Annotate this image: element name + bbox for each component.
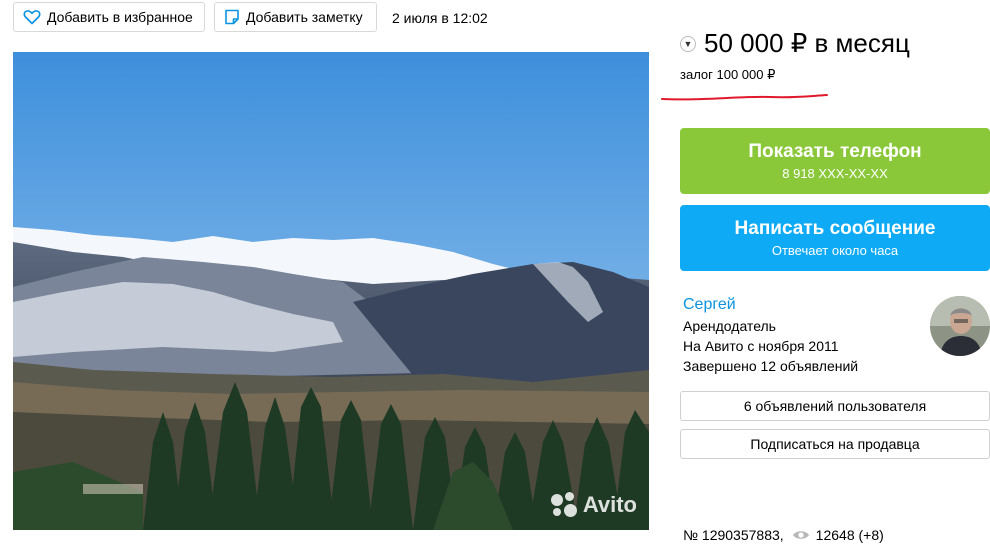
send-message-button[interactable]: Написать сообщение Отвечает около часа [680, 205, 990, 271]
seller-since: На Авито с ноября 2011 [683, 338, 839, 354]
avito-logo-icon [550, 492, 579, 518]
show-phone-label: Показать телефон [748, 141, 922, 162]
listing-number: № 1290357883, [683, 527, 784, 543]
chevron-down-icon[interactable]: ▼ [680, 35, 696, 52]
add-note-label: Добавить заметку [246, 9, 363, 25]
add-note-button[interactable]: Добавить заметку [214, 2, 377, 32]
avito-watermark-text: Avito [582, 492, 637, 517]
listing-footer: № 1290357883, 12648 (+8) [683, 527, 884, 543]
send-message-label: Написать сообщение [734, 218, 936, 239]
avito-watermark: Avito [550, 492, 637, 518]
publish-date: 2 июля в 12:02 [392, 10, 488, 26]
add-to-favorites-label: Добавить в избранное [47, 9, 193, 25]
note-icon [225, 9, 239, 25]
listing-photo[interactable]: Avito [13, 52, 649, 530]
response-time: Отвечает около часа [771, 243, 899, 258]
red-underline-annotation [661, 94, 828, 101]
show-phone-button[interactable]: Показать телефон 8 918 XXX-XX-XX [680, 128, 990, 194]
heart-icon [23, 10, 41, 25]
seller-role: Арендодатель [683, 318, 776, 334]
user-listings-button[interactable]: 6 объявлений пользователя [680, 391, 990, 421]
seller-avatar[interactable] [930, 296, 990, 356]
seller-completed: Завершено 12 объявлений [683, 358, 859, 374]
deposit: залог 100 000 ₽ [680, 67, 776, 82]
eye-icon [792, 531, 809, 539]
view-count: 12648 (+8) [815, 527, 884, 543]
subscribe-seller-button[interactable]: Подписаться на продавца [680, 429, 990, 459]
price-block: ▼ 50 000 ₽ в месяц [680, 28, 910, 59]
price: 50 000 ₽ в месяц [704, 28, 910, 58]
seller-name-link[interactable]: Сергей [683, 296, 736, 314]
add-to-favorites-button[interactable]: Добавить в избранное [13, 2, 205, 32]
phone-number-masked: 8 918 XXX-XX-XX [782, 166, 888, 181]
